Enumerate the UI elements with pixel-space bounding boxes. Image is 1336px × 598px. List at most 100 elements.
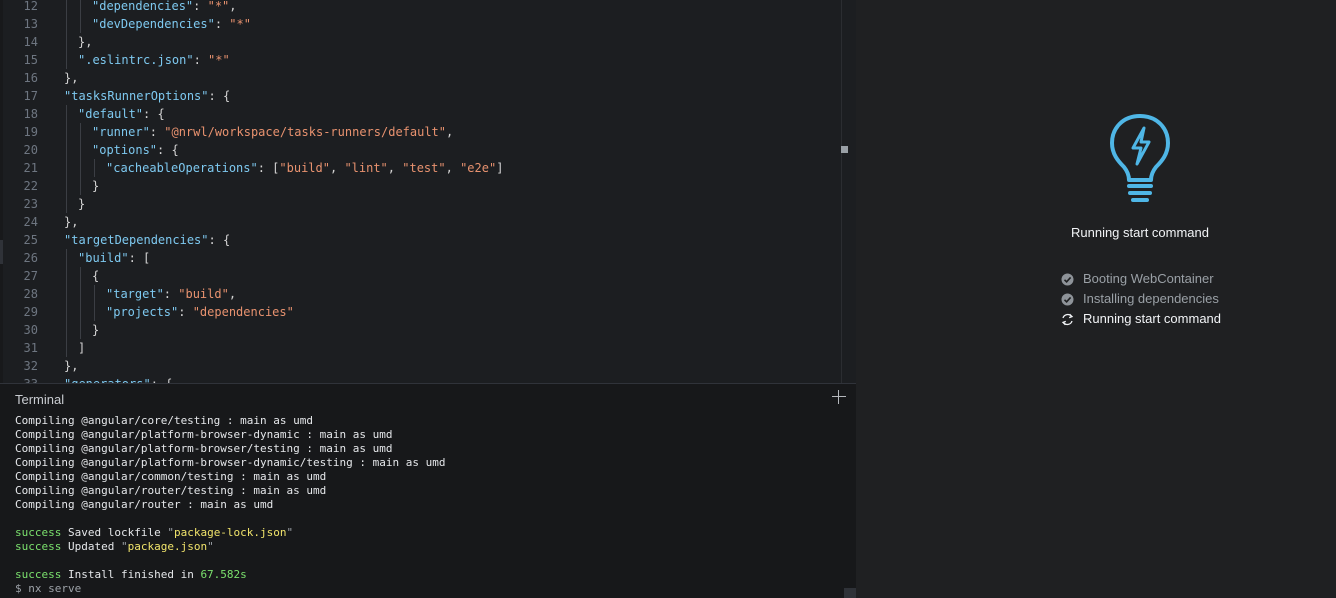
preview-panel: Running start command Booting WebContain… [856, 0, 1336, 597]
code-token: }, [64, 71, 79, 85]
indent-guide [80, 123, 81, 141]
code-token: ] [78, 341, 86, 355]
code-token: : [149, 125, 165, 139]
indent-guide [80, 285, 81, 303]
code-token: }, [64, 215, 79, 229]
line-number: 31 [23, 341, 38, 355]
terminal-line: Compiling @angular/common/testing : main… [15, 470, 326, 484]
code-token: , [387, 161, 403, 175]
code-token: "test" [402, 161, 446, 175]
code-token: "e2e" [460, 161, 497, 175]
terminal-token: Compiling @angular/platform-browser-dyna… [15, 456, 446, 469]
line-number: 30 [23, 323, 38, 337]
terminal-line: Compiling @angular/platform-browser-dyna… [15, 428, 393, 442]
indent-guide [80, 159, 81, 177]
indent-guide [80, 177, 81, 195]
terminal-line: $ nx serve [15, 582, 81, 596]
refresh-icon [1061, 313, 1074, 326]
code-token: "projects" [106, 305, 179, 319]
terminal-token: Saved lockfile [61, 526, 168, 539]
line-number: 28 [23, 287, 38, 301]
line-number: 14 [23, 35, 38, 49]
terminal-token: " [207, 540, 214, 553]
terminal-line: success Saved lockfile "package-lock.jso… [15, 526, 293, 540]
code-token: "target" [106, 287, 164, 301]
terminal-token: success [15, 568, 62, 581]
indent-guide [66, 141, 67, 159]
code-token: : { [208, 89, 231, 103]
terminal-token: package.json [127, 540, 208, 553]
add-terminal-icon[interactable] [832, 390, 846, 404]
terminal-line: Compiling @angular/router/testing : main… [15, 484, 326, 498]
code-token: "build" [78, 251, 129, 265]
line-number: 29 [23, 305, 38, 319]
code-token: "lint" [344, 161, 388, 175]
line-number: 21 [23, 161, 38, 175]
terminal-token: " [167, 526, 174, 539]
line-number: 27 [23, 269, 38, 283]
line-number: 26 [23, 251, 38, 265]
check-circle-icon [1061, 293, 1074, 306]
indent-guide [66, 123, 67, 141]
line-number: 20 [23, 143, 38, 157]
code-token: : { [208, 233, 231, 247]
code-token: : { [143, 107, 165, 121]
indent-guide [66, 249, 67, 267]
terminal-token: $ nx serve [15, 582, 82, 595]
terminal-line: success Install finished in 67.582s [15, 568, 247, 582]
terminal-line: Compiling @angular/core/testing : main a… [15, 414, 313, 428]
code-token: : [214, 17, 230, 31]
terminal-panel[interactable]: Terminal Compiling @angular/core/testing… [0, 383, 856, 598]
indent-guide [66, 0, 67, 15]
terminal-line: Compiling @angular/platform-browser/test… [15, 442, 393, 456]
code-token: : [163, 287, 179, 301]
line-number: 18 [23, 107, 38, 121]
terminal-token: Compiling @angular/router : main as umd [15, 498, 274, 511]
progress-step-label: Installing dependencies [1083, 291, 1219, 306]
code-token: "targetDependencies" [64, 233, 209, 247]
terminal-token: Compiling @angular/router/testing : main… [15, 484, 327, 497]
line-number: 23 [23, 197, 38, 211]
code-token: "build" [178, 287, 229, 301]
line-number: 12 [23, 0, 38, 13]
indent-guide [80, 321, 81, 339]
indent-guide [66, 303, 67, 321]
code-token: ".eslintrc.json" [78, 53, 194, 67]
terminal-token: success [15, 540, 62, 553]
code-token: : { [157, 143, 179, 157]
line-number: 17 [23, 89, 38, 103]
indent-guide [66, 177, 67, 195]
code-token: : [ [128, 251, 151, 265]
code-token: : [178, 305, 193, 319]
line-number: 15 [23, 53, 38, 67]
indent-guide [66, 105, 67, 123]
indent-guide [80, 267, 81, 285]
indent-guide [66, 321, 67, 339]
status-heading: Running start command [1070, 225, 1209, 240]
code-token: "tasksRunnerOptions" [64, 89, 209, 103]
terminal-token: Updated [61, 540, 121, 553]
terminal-token: Compiling @angular/common/testing : main… [15, 470, 327, 483]
terminal-token: Compiling @angular/core/testing : main a… [15, 414, 314, 427]
line-number: 32 [23, 359, 38, 373]
indent-guide [94, 285, 95, 303]
scrollbar-thumb[interactable] [841, 146, 848, 153]
editor-scrollbar[interactable] [841, 0, 842, 383]
indent-guide [66, 51, 67, 69]
code-token: ] [496, 161, 504, 175]
code-token: } [92, 323, 100, 337]
code-editor[interactable]: 12 "dependencies": "*", 13 "devDependencies… [0, 0, 856, 383]
terminal-token: Compiling @angular/platform-browser/test… [15, 442, 393, 455]
code-token: , [228, 287, 237, 301]
indent-guide [66, 33, 67, 51]
line-number: 22 [23, 179, 38, 193]
indent-guide [80, 0, 81, 15]
code-token: "runner" [92, 125, 150, 139]
line-number: 19 [23, 125, 38, 139]
code-token: } [92, 179, 100, 193]
code-token: { [92, 269, 100, 283]
code-token: , [446, 125, 454, 139]
terminal-title: Terminal [15, 392, 65, 407]
code-token: : [ [257, 161, 280, 175]
code-token: , [229, 0, 237, 13]
